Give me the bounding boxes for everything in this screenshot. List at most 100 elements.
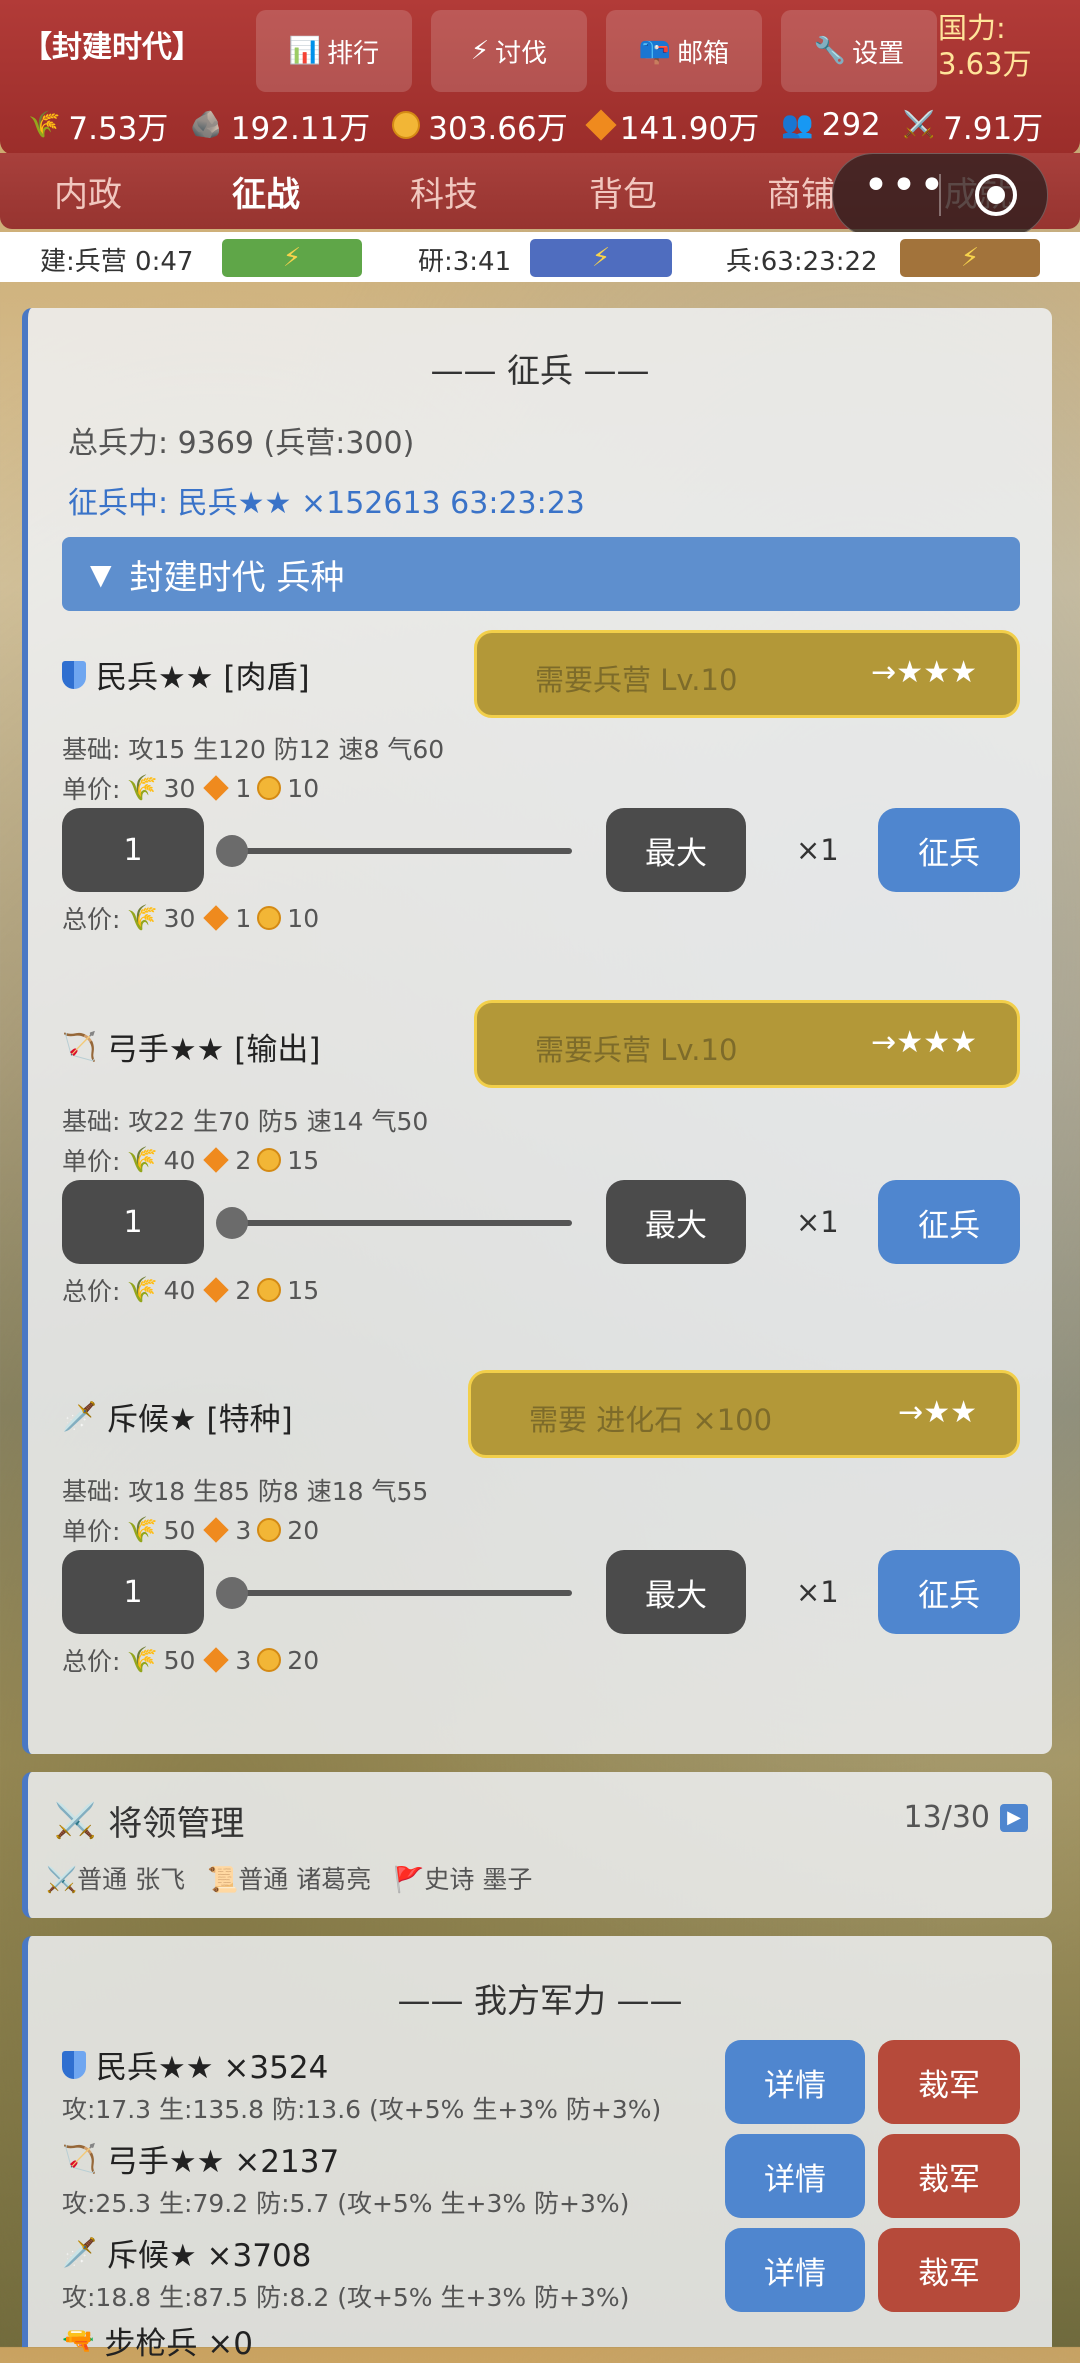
grain-icon: 🌾 xyxy=(28,110,61,140)
lightning-icon: ⚡ xyxy=(470,36,490,66)
disband-button[interactable]: 裁军 xyxy=(878,2134,1020,2218)
general-item[interactable]: 📜普通 诸葛亮 xyxy=(207,1860,371,1896)
ranking-button[interactable]: 📊 排行 xyxy=(256,10,412,92)
wrench-icon: 🔧 xyxy=(813,36,847,66)
troop-queue-text: 兵:63:23:22 xyxy=(726,247,878,277)
more-icon[interactable]: ••• xyxy=(863,160,947,211)
bow-icon: 🏹 xyxy=(62,1030,97,1063)
disband-button[interactable]: 裁军 xyxy=(878,2228,1020,2312)
triangle-down-icon: ▼ xyxy=(90,557,112,591)
detail-button[interactable]: 详情 xyxy=(725,2134,865,2218)
upgrade-requirement-button[interactable]: 需要兵营 Lv.10 →★★★ xyxy=(474,630,1020,718)
quantity-multiplier: ×1 xyxy=(796,1205,839,1239)
chart-icon: 📊 xyxy=(288,36,322,66)
flag-icon: 🚩 xyxy=(393,1865,425,1894)
swords-icon: ⚔️ xyxy=(46,1865,78,1894)
resource-grain: 🌾 7.53万 xyxy=(28,110,169,147)
upgrade-requirement-button[interactable]: 需要 进化石 ×100 →★★ xyxy=(468,1370,1020,1458)
unit-base-stats: 基础: 攻18 生85 防8 速18 气55 xyxy=(62,1477,429,1506)
army-unit-militia: 民兵★★ ×3524 xyxy=(62,2042,328,2087)
total-price: 总价: 🌾 40 2 15 xyxy=(62,1275,320,1306)
recruit-button[interactable]: 征兵 xyxy=(878,1180,1020,1264)
general-item[interactable]: ⚔️普通 张飞 xyxy=(46,1860,185,1896)
resource-gold: 303.66万 xyxy=(392,103,568,148)
army-unit-scout: 🗡️ 斥候★ ×3708 xyxy=(62,2236,312,2274)
resource-gem: 141.90万 xyxy=(585,103,759,148)
unit-base-stats: 基础: 攻15 生120 防12 速8 气60 xyxy=(62,735,445,764)
crusade-button[interactable]: ⚡ 讨伐 xyxy=(431,10,587,92)
build-queue-text: 建:兵营 0:47 xyxy=(40,247,194,277)
tab-backpack[interactable]: 背包 xyxy=(589,167,657,216)
quantity-multiplier: ×1 xyxy=(796,1575,839,1609)
detail-button[interactable]: 详情 xyxy=(725,2228,865,2312)
build-speedup-button[interactable]: ⚡ xyxy=(222,239,362,277)
grain-icon: 🌾 xyxy=(126,903,158,932)
max-button[interactable]: 最大 xyxy=(606,1550,746,1634)
troop-speedup-button[interactable]: ⚡ xyxy=(900,239,1040,277)
disband-button[interactable]: 裁军 xyxy=(878,2040,1020,2124)
bow-icon: 🏹 xyxy=(62,2142,97,2175)
quantity-input[interactable]: 1 xyxy=(62,1180,204,1264)
quantity-multiplier: ×1 xyxy=(796,833,839,867)
mailbox-button[interactable]: 📪 邮箱 xyxy=(606,10,762,92)
gem-icon xyxy=(203,775,230,801)
grain-icon: 🌾 xyxy=(126,1645,158,1674)
miniprogram-capsule: ••• xyxy=(832,153,1048,237)
settings-button[interactable]: 🔧 设置 xyxy=(781,10,937,92)
army-unit-stats: 攻:18.8 生:87.5 防:8.2 (攻+5% 生+3% 防+3%) xyxy=(62,2283,630,2312)
tab-campaign[interactable]: 征战 xyxy=(232,167,300,216)
shield-icon xyxy=(62,660,86,689)
grain-icon: 🌾 xyxy=(126,773,158,802)
resource-stone: 🪨 192.11万 xyxy=(190,110,371,147)
top-header: 【封建时代】 📊 排行 ⚡ 讨伐 📪 邮箱 🔧 设置 国力: 3.63万 🌾 7… xyxy=(0,0,1080,155)
gold-coin-icon xyxy=(257,776,282,800)
quantity-slider[interactable] xyxy=(230,848,572,854)
rifle-icon: 🔫 xyxy=(62,2325,95,2356)
detail-button[interactable]: 详情 xyxy=(725,2040,865,2124)
queue-bar: 建:兵营 0:47 ⚡ 研:3:41 ⚡ 兵:63:23:22 ⚡ xyxy=(0,232,1080,282)
gold-coin-icon xyxy=(257,1648,282,1672)
research-speedup-button[interactable]: ⚡ xyxy=(530,239,672,277)
unit-name-archer: 🏹 弓手★★ [输出] xyxy=(62,1030,321,1068)
population-icon: 👥 xyxy=(781,110,814,140)
tab-shop[interactable]: 商铺 xyxy=(767,167,835,216)
army-unit-archer: 🏹 弓手★★ ×2137 xyxy=(62,2142,340,2180)
slider-handle[interactable] xyxy=(216,1207,248,1239)
recruiting-status-text: 征兵中: 民兵★★ ×152613 63:23:23 xyxy=(68,486,585,521)
unit-name-militia: 民兵★★ [肉盾] xyxy=(62,652,310,697)
max-button[interactable]: 最大 xyxy=(606,808,746,892)
gem-icon xyxy=(203,1147,230,1173)
close-target-icon[interactable] xyxy=(975,174,1017,216)
quantity-input[interactable]: 1 xyxy=(62,1550,204,1634)
lightning-icon: ⚡ xyxy=(282,243,302,273)
gold-coin-icon xyxy=(257,906,282,930)
generals-title: 将领管理 xyxy=(108,1804,245,1844)
general-item[interactable]: 🚩史诗 墨子 xyxy=(393,1860,532,1896)
upgrade-requirement-button[interactable]: 需要兵营 Lv.10 →★★★ xyxy=(474,1000,1020,1088)
recruit-button[interactable]: 征兵 xyxy=(878,808,1020,892)
slider-handle[interactable] xyxy=(216,835,248,867)
slider-handle[interactable] xyxy=(216,1577,248,1609)
army-unit-stats: 攻:25.3 生:79.2 防:5.7 (攻+5% 生+3% 防+3%) xyxy=(62,2189,630,2218)
unit-category-header[interactable]: ▼ 封建时代 兵种 xyxy=(62,537,1020,611)
gem-icon xyxy=(585,109,617,141)
unit-price: 单价: 🌾 50 3 20 xyxy=(62,1515,320,1546)
recruit-title: —— 征兵 —— xyxy=(430,351,650,390)
quantity-input[interactable]: 1 xyxy=(62,808,204,892)
generals-count: 13/30 xyxy=(903,1800,990,1835)
tab-domestic[interactable]: 内政 xyxy=(54,167,122,216)
lightning-icon: ⚡ xyxy=(591,243,611,273)
play-arrow-icon[interactable]: ▶ xyxy=(1000,1803,1028,1832)
quantity-slider[interactable] xyxy=(230,1220,572,1226)
dagger-icon: 🗡️ xyxy=(62,1400,97,1433)
gem-icon xyxy=(203,1647,230,1673)
generals-card[interactable]: ⚔️ 将领管理 13/30 ▶ ⚔️普通 张飞 📜普通 诸葛亮 🚩史诗 墨子 xyxy=(22,1772,1052,1918)
gem-icon xyxy=(203,905,230,931)
max-button[interactable]: 最大 xyxy=(606,1180,746,1264)
total-price: 总价: 🌾 30 1 10 xyxy=(62,903,320,934)
quantity-slider[interactable] xyxy=(230,1590,572,1596)
recruit-button[interactable]: 征兵 xyxy=(878,1550,1020,1634)
gold-coin-icon xyxy=(257,1278,282,1302)
tab-technology[interactable]: 科技 xyxy=(410,167,478,216)
unit-base-stats: 基础: 攻22 生70 防5 速14 气50 xyxy=(62,1107,429,1136)
